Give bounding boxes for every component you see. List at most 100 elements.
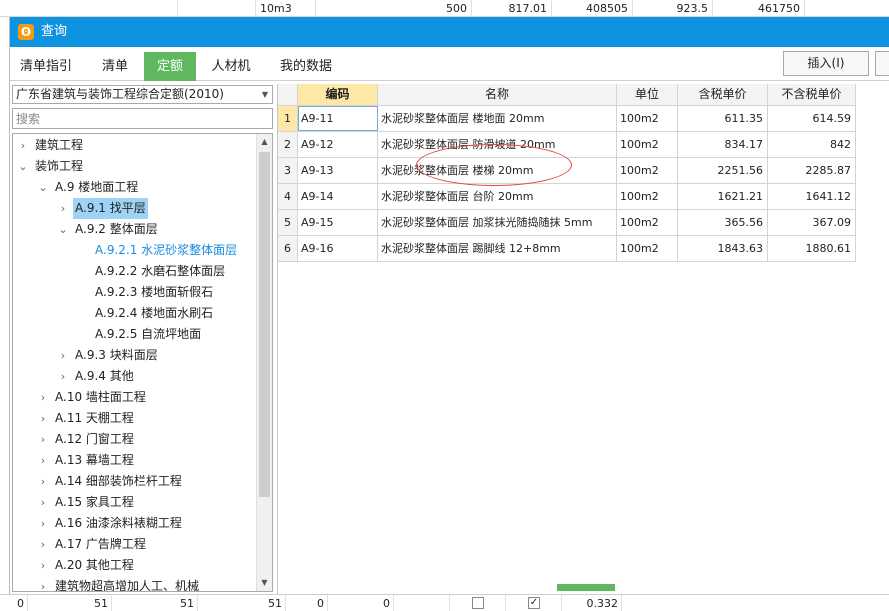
- cell-unit[interactable]: 100m2: [617, 106, 678, 131]
- scroll-thumb[interactable]: [259, 152, 270, 497]
- cell-code[interactable]: A9-12: [298, 132, 378, 157]
- chevron-right-icon[interactable]: ›: [57, 345, 69, 366]
- tab-bar: 清单指引 清单 定额 人材机 我的数据 插入(I): [10, 47, 889, 81]
- chevron-down-icon[interactable]: ⌄: [37, 177, 49, 198]
- cell-name[interactable]: 水泥砂浆整体面层 踢脚线 12+8mm: [378, 236, 617, 261]
- tree-node-label: A.9.2.5 自流坪地面: [95, 327, 202, 341]
- cell-unit[interactable]: 100m2: [617, 158, 678, 183]
- cell-price-tax[interactable]: 1843.63: [678, 236, 768, 261]
- cell-name[interactable]: 水泥砂浆整体面层 台阶 20mm: [378, 184, 617, 209]
- tree-node[interactable]: A.9.2.2 水磨石整体面层: [13, 261, 256, 282]
- chevron-right-icon[interactable]: ›: [37, 513, 49, 534]
- cell-price-notax[interactable]: 367.09: [768, 210, 856, 235]
- tree-node[interactable]: › A.9.3 块料面层: [13, 345, 256, 366]
- scroll-indicator[interactable]: [557, 584, 615, 591]
- table-row[interactable]: 6 A9-16 水泥砂浆整体面层 踢脚线 12+8mm 100m2 1843.63 188…: [278, 236, 856, 262]
- tree-node[interactable]: › A.10 墙柱面工程: [13, 387, 256, 408]
- header-price-notax[interactable]: 不含税单价: [768, 84, 856, 105]
- row-number[interactable]: 3: [278, 158, 298, 183]
- cell-price-notax[interactable]: 2285.87: [768, 158, 856, 183]
- cell-name[interactable]: 水泥砂浆整体面层 加浆抹光随捣随抹 5mm: [378, 210, 617, 235]
- row-number[interactable]: 2: [278, 132, 298, 157]
- chevron-right-icon[interactable]: ›: [37, 387, 49, 408]
- table-row[interactable]: 4 A9-14 水泥砂浆整体面层 台阶 20mm 100m2 1621.21 1641.1…: [278, 184, 856, 210]
- tree-node[interactable]: A.9.2.4 楼地面水刷石: [13, 303, 256, 324]
- header-code[interactable]: 编码: [298, 84, 378, 105]
- chevron-right-icon[interactable]: ›: [37, 492, 49, 513]
- chevron-right-icon[interactable]: ›: [37, 408, 49, 429]
- chevron-right-icon[interactable]: ›: [17, 135, 29, 156]
- tree-node[interactable]: A.9.2.1 水泥砂浆整体面层: [13, 240, 256, 261]
- chevron-down-icon[interactable]: ⌄: [57, 219, 69, 240]
- tree-node[interactable]: › A.12 门窗工程: [13, 429, 256, 450]
- cell-price-tax[interactable]: 611.35: [678, 106, 768, 131]
- tree-node[interactable]: › A.9.4 其他: [13, 366, 256, 387]
- chevron-right-icon[interactable]: ›: [37, 534, 49, 555]
- tree-node[interactable]: › A.15 家具工程: [13, 492, 256, 513]
- chevron-right-icon[interactable]: ›: [37, 555, 49, 576]
- table-row[interactable]: 1 A9-11 水泥砂浆整体面层 楼地面 20mm 100m2 611.35 614.59: [278, 106, 856, 132]
- cell-price-notax[interactable]: 1880.61: [768, 236, 856, 261]
- row-number[interactable]: 6: [278, 236, 298, 261]
- cell-code[interactable]: A9-14: [298, 184, 378, 209]
- quota-library-select[interactable]: 广东省建筑与装饰工程综合定额(2010) ▼: [12, 85, 273, 104]
- chevron-right-icon[interactable]: ›: [57, 366, 69, 387]
- dialog-titlebar[interactable]: ʘ 查询: [10, 17, 889, 47]
- cell-name[interactable]: 水泥砂浆整体面层 楼地面 20mm: [378, 106, 617, 131]
- tree-node[interactable]: › A.13 幕墙工程: [13, 450, 256, 471]
- header-unit[interactable]: 单位: [617, 84, 678, 105]
- tab-quota[interactable]: 定额: [144, 52, 196, 81]
- row-number[interactable]: 5: [278, 210, 298, 235]
- tab-my-data[interactable]: 我的数据: [268, 52, 344, 81]
- header-name[interactable]: 名称: [378, 84, 617, 105]
- tree-node[interactable]: › 建筑工程: [13, 135, 256, 156]
- cell-price-tax[interactable]: 1621.21: [678, 184, 768, 209]
- cell-price-notax[interactable]: 614.59: [768, 106, 856, 131]
- cell-code[interactable]: A9-16: [298, 236, 378, 261]
- cell-price-notax[interactable]: 842: [768, 132, 856, 157]
- cell-price-tax[interactable]: 2251.56: [678, 158, 768, 183]
- cell-price-tax[interactable]: 365.56: [678, 210, 768, 235]
- insert-button[interactable]: 插入(I): [783, 51, 869, 76]
- tree-node[interactable]: › A.14 细部装饰栏杆工程: [13, 471, 256, 492]
- tree-node[interactable]: ⌄ 装饰工程: [13, 156, 256, 177]
- chevron-right-icon[interactable]: ›: [37, 450, 49, 471]
- tab-list[interactable]: 清单: [90, 52, 140, 81]
- tree-node[interactable]: A.9.2.5 自流坪地面: [13, 324, 256, 345]
- cell-price-tax[interactable]: 834.17: [678, 132, 768, 157]
- cell-unit[interactable]: 100m2: [617, 210, 678, 235]
- search-input[interactable]: [12, 108, 273, 129]
- tree-node[interactable]: › A.11 天棚工程: [13, 408, 256, 429]
- cell-code[interactable]: A9-13: [298, 158, 378, 183]
- cell-unit[interactable]: 100m2: [617, 236, 678, 261]
- scroll-up-icon[interactable]: ▲: [257, 134, 272, 150]
- tree-node[interactable]: A.9.2.3 楼地面斩假石: [13, 282, 256, 303]
- chevron-right-icon[interactable]: ›: [57, 198, 69, 219]
- tree-node[interactable]: › 建筑物超高增加人工、机械: [13, 576, 256, 591]
- chevron-right-icon[interactable]: ›: [37, 429, 49, 450]
- chevron-down-icon[interactable]: ⌄: [17, 156, 29, 177]
- cell-unit[interactable]: 100m2: [617, 184, 678, 209]
- chevron-right-icon[interactable]: ›: [37, 576, 49, 591]
- tree-node[interactable]: ⌄ A.9.2 整体面层: [13, 219, 256, 240]
- row-number[interactable]: 1: [278, 106, 298, 131]
- tab-list-guide[interactable]: 清单指引: [10, 52, 82, 81]
- table-row[interactable]: 2 A9-12 水泥砂浆整体面层 防滑坡道 20mm 100m2 834.17 842: [278, 132, 856, 158]
- tree-node[interactable]: › A.17 广告牌工程: [13, 534, 256, 555]
- table-row[interactable]: 5 A9-15 水泥砂浆整体面层 加浆抹光随捣随抹 5mm 100m2 365.56 36…: [278, 210, 856, 236]
- scroll-down-icon[interactable]: ▼: [257, 575, 272, 591]
- cell-code[interactable]: A9-15: [298, 210, 378, 235]
- row-number[interactable]: 4: [278, 184, 298, 209]
- cell-price-notax[interactable]: 1641.12: [768, 184, 856, 209]
- chevron-right-icon[interactable]: ›: [37, 471, 49, 492]
- tree-node[interactable]: ⌄ A.9 楼地面工程: [13, 177, 256, 198]
- tree-scrollbar[interactable]: ▲ ▼: [256, 134, 272, 591]
- header-price-tax[interactable]: 含税单价: [678, 84, 768, 105]
- tree-node[interactable]: › A.20 其他工程: [13, 555, 256, 576]
- extra-button[interactable]: [875, 51, 889, 76]
- cell-unit[interactable]: 100m2: [617, 132, 678, 157]
- tree-node[interactable]: › A.9.1 找平层: [13, 198, 256, 219]
- tree-node[interactable]: › A.16 油漆涂料裱糊工程: [13, 513, 256, 534]
- cell-code[interactable]: A9-11: [298, 106, 378, 131]
- tab-labor-material-machine[interactable]: 人材机: [200, 52, 262, 81]
